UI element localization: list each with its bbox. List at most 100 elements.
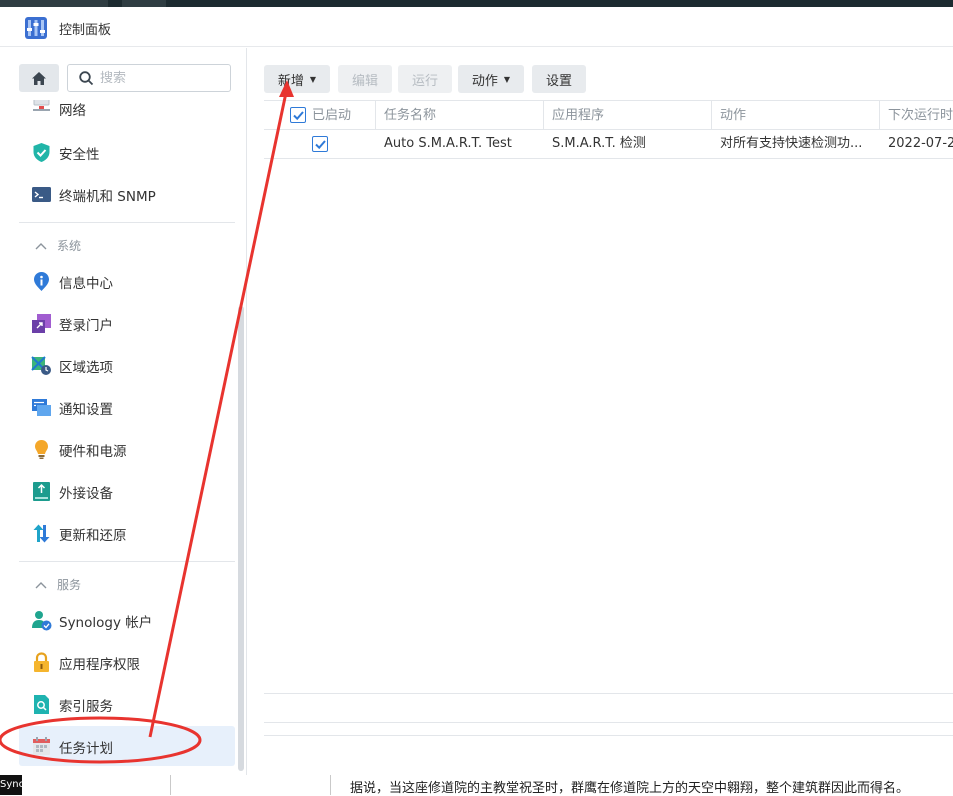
column-label: 已启动 xyxy=(312,108,352,123)
column-label: 任务名称 xyxy=(384,108,437,123)
table-footer-line xyxy=(264,735,953,736)
column-next-run[interactable]: 下次运行时 xyxy=(880,101,953,130)
edit-button[interactable]: 编辑 xyxy=(338,65,392,93)
cell-application: S.M.A.R.T. 检测 xyxy=(552,136,646,151)
sidebar-item-notification[interactable]: 通知设置 xyxy=(19,387,235,427)
sidebar-item-label: 登录门户 xyxy=(59,318,113,334)
sidebar-item-terminal[interactable]: 终端机和 SNMP xyxy=(19,174,235,214)
sidebar: 网络 安全性 终端机和 SNMP 系统 xyxy=(0,48,247,775)
top-tab[interactable] xyxy=(122,0,166,7)
sidebar-item-label: 网络 xyxy=(59,103,86,119)
sidebar-item-label: 区域选项 xyxy=(59,360,113,376)
sidebar-item-task-scheduler[interactable]: 任务计划 xyxy=(19,726,235,766)
add-button-label: 新增 xyxy=(277,73,304,89)
top-dark-bar xyxy=(0,0,953,7)
account-icon xyxy=(32,611,52,631)
sidebar-item-label: 硬件和电源 xyxy=(59,444,127,460)
network-icon xyxy=(33,100,50,111)
search-input[interactable] xyxy=(100,69,220,87)
sidebar-item-synology-account[interactable]: Synology 帐户 xyxy=(19,600,235,640)
action-button[interactable]: 动作 ▼ xyxy=(458,65,524,93)
sidebar-item-label: 任务计划 xyxy=(59,741,113,757)
lock-icon xyxy=(34,652,49,672)
control-panel-icon xyxy=(25,17,47,39)
info-icon xyxy=(34,272,49,291)
column-label: 下次运行时 xyxy=(888,108,953,123)
sidebar-item-regional-options[interactable]: 区域选项 xyxy=(19,345,235,385)
select-all-checkbox[interactable] xyxy=(290,107,306,123)
sidebar-item-label: 索引服务 xyxy=(59,699,113,715)
background-window-tab[interactable]: Sync xyxy=(0,775,22,795)
column-application[interactable]: 应用程序 xyxy=(544,101,712,130)
table-header: 已启动 任务名称 应用程序 动作 下次运行时 xyxy=(264,100,953,130)
home-icon xyxy=(32,71,46,85)
search-icon xyxy=(79,71,94,86)
sidebar-item-label: 通知设置 xyxy=(59,402,113,418)
enabled-checkbox[interactable] xyxy=(312,136,328,152)
terminal-icon xyxy=(32,187,51,202)
shield-icon xyxy=(33,143,50,162)
caret-down-icon: ▼ xyxy=(309,74,317,84)
run-button[interactable]: 运行 xyxy=(398,65,452,93)
sidebar-item-label: Synology 帐户 xyxy=(59,615,153,631)
sidebar-item-label: 外接设备 xyxy=(59,486,113,502)
table-footer-line xyxy=(264,722,953,723)
chevron-up-icon xyxy=(35,581,47,588)
top-tab[interactable] xyxy=(0,0,108,7)
bulb-icon xyxy=(35,440,48,459)
notification-icon xyxy=(32,399,51,416)
sidebar-item-external-devices[interactable]: 外接设备 xyxy=(19,471,235,511)
calendar-icon xyxy=(33,737,50,755)
caret-down-icon: ▼ xyxy=(503,74,511,84)
sidebar-divider xyxy=(19,561,235,562)
section-label: 服务 xyxy=(57,578,82,592)
region-icon xyxy=(31,356,51,375)
add-button[interactable]: 新增 ▼ xyxy=(264,65,330,93)
sidebar-item-label: 终端机和 SNMP xyxy=(59,189,156,205)
control-panel-window: 控制面板 网络 xyxy=(0,7,953,775)
table-row[interactable]: Auto S.M.A.R.T. Test S.M.A.R.T. 检测 对所有支持… xyxy=(264,130,953,159)
section-header-system[interactable]: 系统 xyxy=(35,237,81,254)
sidebar-item-login-portal[interactable]: 登录门户 xyxy=(19,303,235,343)
table-footer-line xyxy=(264,693,953,694)
divider xyxy=(170,775,171,795)
column-task-name[interactable]: 任务名称 xyxy=(376,101,544,130)
home-button[interactable] xyxy=(19,64,59,92)
column-enabled[interactable]: 已启动 xyxy=(264,101,376,130)
column-label: 应用程序 xyxy=(552,108,605,123)
settings-button[interactable]: 设置 xyxy=(532,65,586,93)
login-portal-icon xyxy=(32,314,51,333)
column-action[interactable]: 动作 xyxy=(712,101,880,130)
cell-task-name: Auto S.M.A.R.T. Test xyxy=(384,136,512,151)
sidebar-item-indexing-service[interactable]: 索引服务 xyxy=(19,684,235,724)
sidebar-item-hardware-power[interactable]: 硬件和电源 xyxy=(19,429,235,469)
cell-action: 对所有支持快速检测功... xyxy=(720,136,863,151)
column-label: 动作 xyxy=(720,108,747,123)
main-panel: 新增 ▼ 编辑 运行 动作 ▼ 设置 已启动 任务名称 应用程序 动作 下次运行… xyxy=(248,48,953,775)
sidebar-item-app-privileges[interactable]: 应用程序权限 xyxy=(19,642,235,682)
sidebar-item-security[interactable]: 安全性 xyxy=(19,132,235,172)
window-title: 控制面板 xyxy=(59,23,112,38)
title-bar: 控制面板 xyxy=(0,7,953,47)
action-button-label: 动作 xyxy=(471,73,498,89)
index-icon xyxy=(34,695,49,714)
background-caption: 据说，当这座修道院的主教堂祝圣时，群鹰在修道院上方的天空中翱翔，整个建筑群因此而… xyxy=(350,781,910,796)
checkmark-icon xyxy=(315,140,326,150)
cell-next-run: 2022-07-2 xyxy=(888,136,953,151)
sidebar-scrollbar[interactable] xyxy=(238,306,244,771)
section-label: 系统 xyxy=(57,239,82,253)
divider xyxy=(330,775,331,795)
update-icon xyxy=(33,524,50,543)
external-device-icon xyxy=(33,482,50,501)
sidebar-divider xyxy=(19,222,235,223)
sidebar-item-update-restore[interactable]: 更新和还原 xyxy=(19,513,235,553)
sidebar-item-label: 更新和还原 xyxy=(59,528,127,544)
sidebar-item-info-center[interactable]: 信息中心 xyxy=(19,261,235,301)
search-box[interactable] xyxy=(67,64,231,92)
settings-button-label: 设置 xyxy=(545,73,572,89)
sidebar-item-label: 信息中心 xyxy=(59,276,113,292)
background-page-strip: Sync 据说，当这座修道院的主教堂祝圣时，群鹰在修道院上方的天空中翱翔，整个建… xyxy=(0,775,953,796)
sidebar-item-network[interactable]: 网络 xyxy=(19,99,235,125)
sidebar-item-label: 安全性 xyxy=(59,147,100,163)
section-header-services[interactable]: 服务 xyxy=(35,576,81,593)
